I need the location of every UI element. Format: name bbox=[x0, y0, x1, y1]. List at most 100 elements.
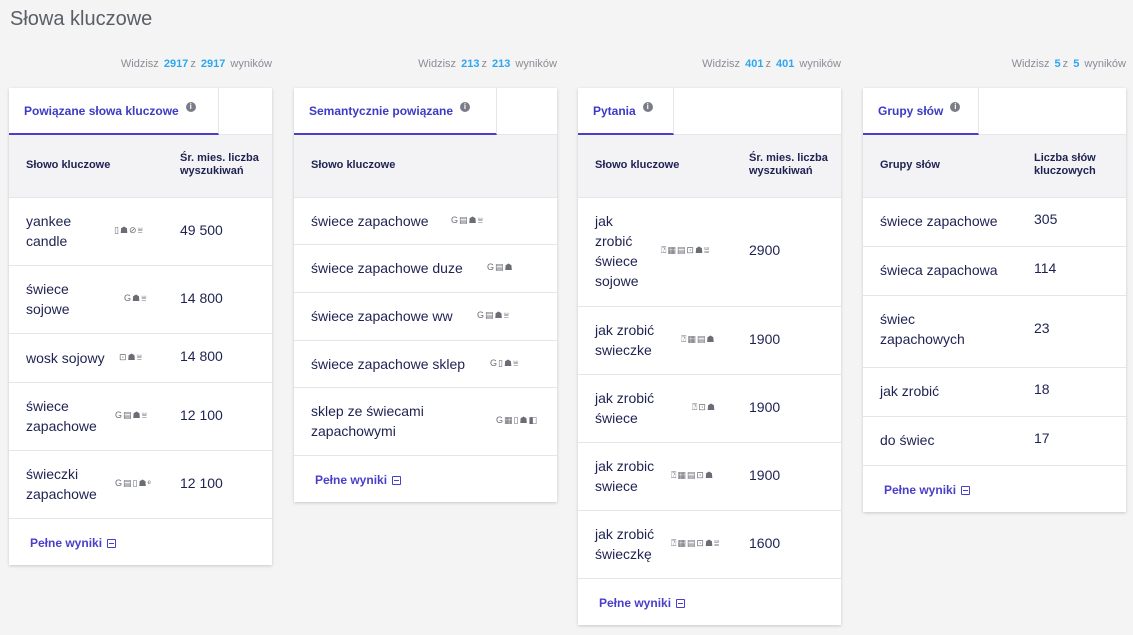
results-count: Widzisz 213 z 213 wyników bbox=[418, 58, 557, 70]
serp-feature-icon: G☗⩸ bbox=[124, 293, 148, 303]
external-link-icon bbox=[961, 486, 971, 495]
card-semantic: Semantycznie powiązane i Słowo kluczowe … bbox=[294, 88, 557, 502]
results-count: Widzisz 2917 z 2917 wyników bbox=[120, 58, 272, 70]
header-avg-searches[interactable]: Śr. mies. liczba wyszukiwań bbox=[749, 152, 839, 178]
table-row[interactable]: jak zrobić świece ⍰⊡☗ 1900 bbox=[578, 375, 841, 443]
word-group-cell[interactable]: do świec bbox=[880, 430, 934, 450]
count-cell: 17 bbox=[1034, 430, 1050, 446]
info-icon[interactable]: i bbox=[950, 101, 961, 112]
table-row[interactable]: świece zapachowe ww G▤☗⩸ bbox=[294, 293, 557, 341]
tab-bar: Semantycznie powiązane i bbox=[294, 88, 557, 135]
tab-bar: Pytania i bbox=[578, 88, 841, 135]
table-row[interactable]: jak zrobić świeczkę ⍰▦▤⊡☗⩸ 1600 bbox=[578, 511, 841, 579]
header-keyword-count[interactable]: Liczba słów kluczowych bbox=[1034, 152, 1124, 178]
header-word-group[interactable]: Grupy słów bbox=[880, 159, 940, 171]
header-keyword[interactable]: Słowo kluczowe bbox=[26, 159, 110, 171]
count-cell: 114 bbox=[1034, 260, 1057, 276]
table-row[interactable]: świece sojowe G☗⩸ 14 800 bbox=[9, 266, 272, 334]
serp-feature-icon: ⍰▦▤⊡☗⩸ bbox=[671, 538, 721, 548]
word-group-cell[interactable]: świeca zapachowa bbox=[880, 260, 998, 280]
volume-cell: 1900 bbox=[749, 399, 781, 415]
volume-cell: 2900 bbox=[749, 242, 781, 258]
full-results-link[interactable]: Pełne wyniki bbox=[884, 483, 971, 497]
page-title: Słowa kluczowe bbox=[10, 8, 153, 30]
card-footer: Pełne wyniki bbox=[9, 519, 272, 565]
table-row[interactable]: świece zapachowe G▤☗⩸ 12 100 bbox=[9, 383, 272, 451]
volume-cell: 12 100 bbox=[180, 475, 223, 491]
keyword-cell[interactable]: świece zapachowe sklep bbox=[311, 354, 465, 374]
header-keyword[interactable]: Słowo kluczowe bbox=[595, 159, 679, 171]
table-row[interactable]: jak zrobić swieczke ⍰▦▤☗ 1900 bbox=[578, 307, 841, 375]
card-related-keywords: Powiązane słowa kluczowe i Słowo kluczow… bbox=[9, 88, 272, 565]
volume-cell: 1600 bbox=[749, 535, 781, 551]
table-row[interactable]: jak zrobić świece sojowe ⍰▦▤⊡☗⩸ 2900 bbox=[578, 198, 841, 307]
header-avg-searches[interactable]: Śr. mies. liczba wyszukiwań bbox=[180, 152, 270, 178]
results-count: Widzisz 5z 5 wyników bbox=[1011, 58, 1126, 70]
word-group-cell[interactable]: jak zrobić bbox=[880, 381, 939, 401]
keyword-cell[interactable]: świece zapachowe bbox=[26, 396, 111, 436]
serp-feature-icon: G▤☗⩸ bbox=[477, 310, 511, 320]
card-footer: Pełne wyniki bbox=[294, 456, 557, 502]
results-count: Widzisz 401 z 401 wyników bbox=[702, 58, 841, 70]
keyword-cell[interactable]: sklep ze świecami zapachowymi bbox=[311, 401, 461, 441]
table-row[interactable]: yankee candle ▯☗⊘⩸ 49 500 bbox=[9, 198, 272, 266]
tab-questions[interactable]: Pytania i bbox=[578, 88, 674, 135]
info-icon[interactable]: i bbox=[185, 101, 196, 112]
table-row[interactable]: świece zapachowe G▤☗⩸ bbox=[294, 198, 557, 245]
count-cell: 23 bbox=[1034, 320, 1050, 336]
serp-feature-icon: G▤☗ bbox=[487, 262, 514, 272]
table-row[interactable]: świeczki zapachowe G▤▯☗ᵉ 12 100 bbox=[9, 451, 272, 519]
keyword-cell[interactable]: świece sojowe bbox=[26, 279, 106, 319]
external-link-icon bbox=[107, 539, 117, 548]
card-word-groups: Grupy słów i Grupy słów Liczba słów kluc… bbox=[863, 88, 1126, 512]
table-row[interactable]: świece zapachowe 305 bbox=[863, 198, 1126, 247]
table-header: Słowo kluczowe bbox=[294, 135, 557, 198]
table-row[interactable]: świece zapachowe sklep G▯☗⩸ bbox=[294, 341, 557, 388]
table-row[interactable]: wosk sojowy ⊡☗⩸ 14 800 bbox=[9, 334, 272, 383]
serp-feature-icon: G▯☗⩸ bbox=[490, 358, 520, 368]
keyword-cell[interactable]: jak zrobic swiece bbox=[595, 456, 675, 496]
full-results-link[interactable]: Pełne wyniki bbox=[30, 536, 117, 550]
count-cell: 305 bbox=[1034, 211, 1058, 227]
word-group-cell[interactable]: świec zapachowych bbox=[880, 309, 990, 349]
info-icon[interactable]: i bbox=[460, 101, 471, 112]
tab-semantic[interactable]: Semantycznie powiązane i bbox=[294, 88, 497, 135]
header-keyword[interactable]: Słowo kluczowe bbox=[311, 159, 395, 171]
tab-related-keywords[interactable]: Powiązane słowa kluczowe i bbox=[9, 88, 219, 135]
serp-feature-icon: G▤☗⩸ bbox=[451, 215, 485, 225]
table-header: Słowo kluczowe Śr. mies. liczba wyszukiw… bbox=[9, 135, 272, 198]
table-row[interactable]: świece zapachowe duze G▤☗ bbox=[294, 245, 557, 293]
word-group-cell[interactable]: świece zapachowe bbox=[880, 211, 998, 231]
keyword-cell[interactable]: wosk sojowy bbox=[26, 348, 116, 368]
keyword-cell[interactable]: jak zrobić świece sojowe bbox=[595, 211, 653, 291]
full-results-link[interactable]: Pełne wyniki bbox=[599, 596, 686, 610]
volume-cell: 1900 bbox=[749, 467, 781, 483]
keyword-cell[interactable]: jak zrobić swieczke bbox=[595, 320, 675, 360]
table-row[interactable]: świec zapachowych 23 bbox=[863, 296, 1126, 368]
keyword-cell[interactable]: jak zrobić świeczkę bbox=[595, 524, 675, 564]
keyword-cell[interactable]: yankee candle bbox=[26, 211, 106, 251]
keyword-cell[interactable]: świeczki zapachowe bbox=[26, 464, 111, 504]
table-row[interactable]: sklep ze świecami zapachowymi G▦▯☗◧ bbox=[294, 388, 557, 456]
full-results-link[interactable]: Pełne wyniki bbox=[315, 473, 402, 487]
serp-feature-icon: G▤☗⩸ bbox=[115, 410, 149, 420]
keyword-cell[interactable]: jak zrobić świece bbox=[595, 388, 675, 428]
volume-cell: 14 800 bbox=[180, 348, 223, 364]
keyword-cell[interactable]: świece zapachowe bbox=[311, 211, 429, 231]
count-cell: 18 bbox=[1034, 381, 1050, 397]
volume-cell: 14 800 bbox=[180, 290, 223, 306]
info-icon[interactable]: i bbox=[642, 101, 653, 112]
serp-feature-icon: G▤▯☗ᵉ bbox=[115, 478, 152, 488]
volume-cell: 12 100 bbox=[180, 407, 223, 423]
keyword-cell[interactable]: świece zapachowe duze bbox=[311, 258, 463, 278]
tab-word-groups[interactable]: Grupy słów i bbox=[863, 88, 979, 135]
table-header: Grupy słów Liczba słów kluczowych bbox=[863, 135, 1126, 198]
table-row[interactable]: jak zrobic swiece ⍰▦▤⊡☗ 1900 bbox=[578, 443, 841, 511]
serp-feature-icon: G▦▯☗◧ bbox=[496, 415, 539, 425]
table-row[interactable]: do świec 17 bbox=[863, 417, 1126, 466]
table-header: Słowo kluczowe Śr. mies. liczba wyszukiw… bbox=[578, 135, 841, 198]
table-row[interactable]: świeca zapachowa 114 bbox=[863, 247, 1126, 296]
keyword-cell[interactable]: świece zapachowe ww bbox=[311, 306, 453, 326]
table-row[interactable]: jak zrobić 18 bbox=[863, 368, 1126, 417]
card-footer: Pełne wyniki bbox=[578, 579, 841, 625]
